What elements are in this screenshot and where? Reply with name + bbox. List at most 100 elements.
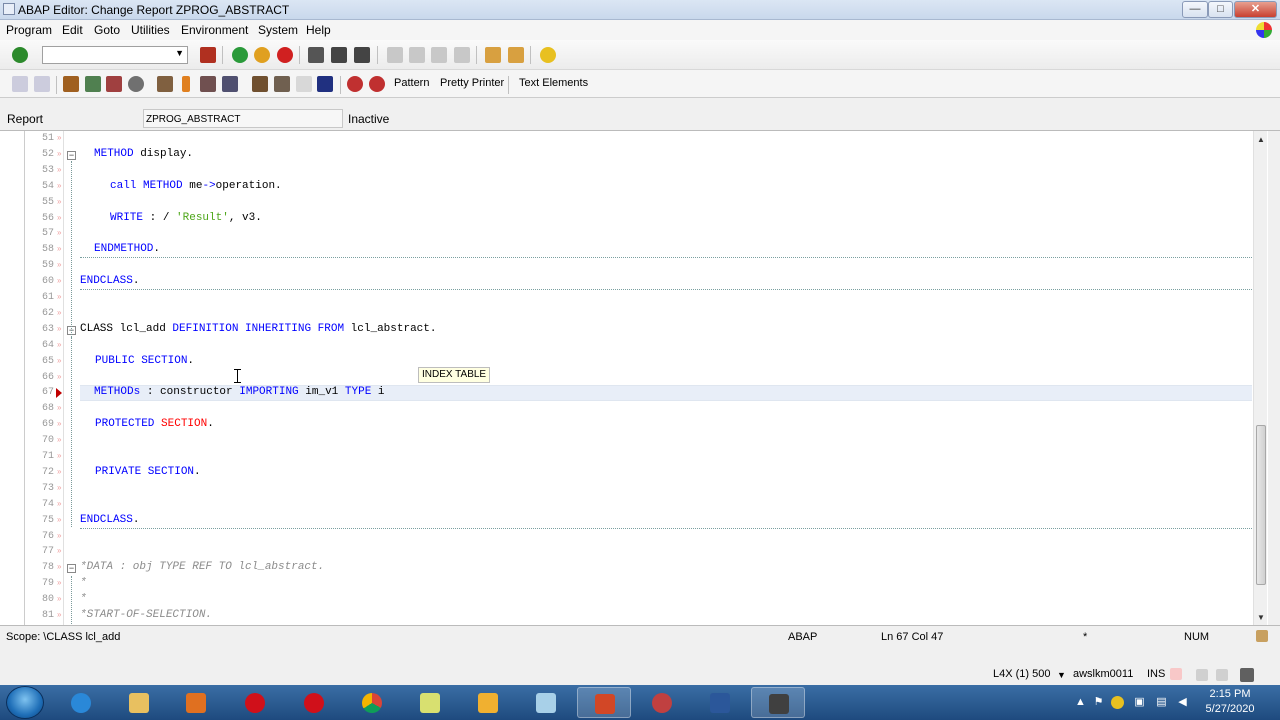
scroll-down-icon[interactable]: ▼ (1256, 613, 1266, 622)
code-line[interactable]: 70» (0, 433, 1252, 449)
menu-goto[interactable]: Goto (94, 23, 120, 37)
code-line[interactable]: 80» * (0, 592, 1252, 608)
first-page-icon[interactable] (387, 47, 403, 63)
start-button[interactable] (6, 686, 44, 719)
code-line[interactable]: 79» * (0, 576, 1252, 592)
menu-help[interactable]: Help (306, 23, 331, 37)
taskbar-chrome[interactable] (345, 687, 399, 718)
taskbar-word[interactable] (693, 687, 747, 718)
code-line[interactable]: 65» PUBLIC SECTION. (0, 354, 1252, 370)
find-icon[interactable] (331, 47, 347, 63)
test-icon[interactable] (182, 76, 190, 92)
tray-app-icon[interactable] (1111, 696, 1124, 709)
print-icon[interactable] (308, 47, 324, 63)
object-list-icon[interactable] (222, 76, 238, 92)
code-line[interactable]: 71» (0, 449, 1252, 465)
code-line[interactable]: 75» ENDCLASS. (0, 513, 1252, 529)
code-line[interactable]: 54» call METHOD me->operation. (0, 179, 1252, 195)
layout-icon[interactable] (1240, 668, 1254, 682)
taskbar-powerpoint[interactable] (577, 687, 631, 718)
navigation-window-icon[interactable] (252, 76, 268, 92)
display-change-icon[interactable] (63, 76, 79, 92)
scrollbar-thumb[interactable] (1256, 425, 1266, 585)
code-line[interactable]: 69» PROTECTED SECTION. (0, 417, 1252, 433)
code-line[interactable]: 51» (0, 131, 1252, 147)
code-editor[interactable]: 51» 52» − METHOD display. 53» 54» call METHOD … (0, 130, 1280, 626)
code-line[interactable]: 74» (0, 497, 1252, 513)
code-line[interactable]: 52» − METHOD display. (0, 147, 1252, 163)
taskbar-folder[interactable] (403, 687, 457, 718)
code-line[interactable]: 62» (0, 306, 1252, 322)
code-line[interactable]: 81» *START-OF-SELECTION. (0, 608, 1252, 624)
code-line[interactable]: 61» (0, 290, 1252, 306)
taskbar-clock[interactable]: 2:15 PM 5/27/2020 (1197, 687, 1263, 717)
cancel-icon[interactable] (277, 47, 293, 63)
previous-page-icon[interactable] (409, 47, 425, 63)
pattern-button[interactable]: Pattern (394, 77, 429, 89)
code-line[interactable]: 73» (0, 481, 1252, 497)
taskbar-sap-logon[interactable] (461, 687, 515, 718)
show-hidden-icons[interactable]: ▲ (1074, 696, 1087, 709)
minimize-button[interactable]: — (1182, 1, 1208, 18)
breakpoint-icon[interactable] (347, 76, 363, 92)
code-line[interactable]: 68» (0, 401, 1252, 417)
back-arrow-icon[interactable] (12, 76, 28, 92)
system-dropdown-icon[interactable]: ▼ (1057, 669, 1066, 685)
code-line[interactable]: 57» (0, 226, 1252, 242)
code-line[interactable]: 55» (0, 195, 1252, 211)
menu-environment[interactable]: Environment (181, 23, 248, 37)
code-line[interactable]: 76» (0, 529, 1252, 545)
code-line[interactable]: 78» − *DATA : obj TYPE REF TO lcl_abstract… (0, 560, 1252, 576)
next-page-icon[interactable] (431, 47, 447, 63)
code-line[interactable]: 77» (0, 544, 1252, 560)
fold-toggle-icon[interactable]: − (67, 564, 76, 574)
enter-check-icon[interactable] (12, 47, 28, 63)
info-icon[interactable] (317, 76, 333, 92)
tray-device-icon[interactable]: ▣ (1133, 696, 1146, 709)
exit-icon[interactable] (254, 47, 270, 63)
volume-icon[interactable]: ◀ (1176, 696, 1189, 709)
external-breakpoint-icon[interactable] (369, 76, 385, 92)
taskbar-internet-explorer[interactable] (54, 687, 108, 718)
code-line[interactable]: 64» (0, 338, 1252, 354)
code-line[interactable]: 60» ENDCLASS. (0, 274, 1252, 291)
code-line[interactable]: 58» ENDMETHOD. (0, 242, 1252, 259)
taskbar-opera-1[interactable] (228, 687, 282, 718)
close-window-button[interactable]: ✕ (1234, 1, 1277, 18)
fold-toggle-icon[interactable]: − (67, 150, 76, 160)
vertical-scrollbar[interactable]: ▲ ▼ (1253, 131, 1267, 625)
menu-program[interactable]: Program (6, 23, 52, 37)
status-settings-icon[interactable] (1256, 630, 1268, 642)
menu-system[interactable]: System (258, 23, 298, 37)
where-used-icon[interactable] (200, 76, 216, 92)
code-line[interactable]: 63» − CLASS lcl_add DEFINITION INHERITING … (0, 322, 1252, 338)
scroll-up-icon[interactable]: ▲ (1256, 135, 1266, 144)
pretty-printer-button[interactable]: Pretty Printer (440, 77, 504, 89)
find-next-icon[interactable] (354, 47, 370, 63)
text-elements-button[interactable]: Text Elements (519, 77, 588, 89)
code-line[interactable]: 72» PRIVATE SECTION. (0, 465, 1252, 481)
maximize-button[interactable]: □ (1208, 1, 1233, 18)
shortcut-icon[interactable] (508, 47, 524, 63)
help-icon[interactable] (540, 47, 556, 63)
activate-icon[interactable] (157, 76, 173, 92)
code-line[interactable]: 53» (0, 163, 1252, 179)
other-object-icon[interactable] (106, 76, 122, 92)
code-line[interactable]: 59» (0, 258, 1252, 274)
menu-utilities[interactable]: Utilities (131, 23, 170, 37)
flag-icon[interactable]: ⚑ (1092, 696, 1105, 709)
code-line[interactable]: 66» (0, 370, 1252, 386)
new-session-icon[interactable] (485, 47, 501, 63)
active-inactive-icon[interactable] (85, 76, 101, 92)
command-field[interactable]: ▼ (42, 46, 188, 64)
code-line[interactable]: 67 METHODs : constructor IMPORTING im_v1 … (0, 385, 1252, 402)
taskbar-notepad[interactable] (519, 687, 573, 718)
forward-arrow-icon[interactable] (34, 76, 50, 92)
taskbar-media-player[interactable] (169, 687, 223, 718)
taskbar-opera-2[interactable] (287, 687, 341, 718)
taskbar-sap-gui[interactable] (751, 687, 805, 718)
code-line[interactable]: 56» WRITE : / 'Result', v3. (0, 211, 1252, 227)
taskbar-snipping-tool[interactable] (635, 687, 689, 718)
check-icon[interactable] (128, 76, 144, 92)
enhance-icon[interactable] (274, 76, 290, 92)
